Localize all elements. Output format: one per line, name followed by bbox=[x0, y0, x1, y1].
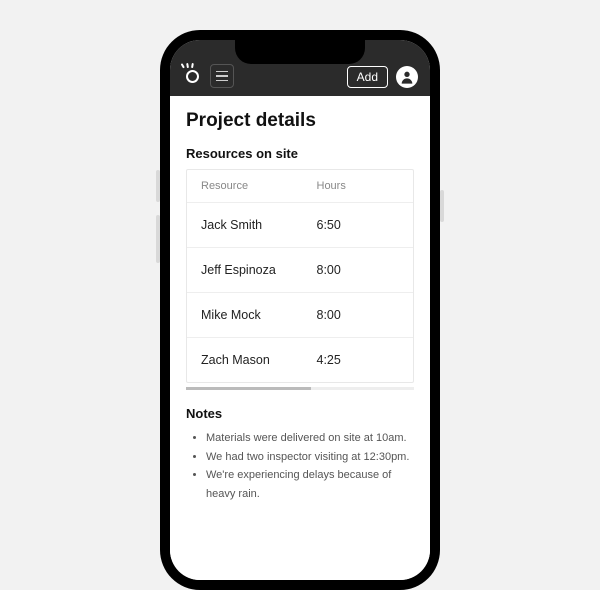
app-logo-icon bbox=[182, 66, 202, 86]
resource-name: Jack Smith bbox=[201, 218, 317, 232]
page-content: Project details Resources on site Resour… bbox=[170, 96, 430, 580]
table-row[interactable]: Mike Mock 8:00 bbox=[187, 293, 413, 338]
resource-hours: 6:50 bbox=[317, 218, 400, 232]
resource-name: Zach Mason bbox=[201, 353, 317, 367]
phone-frame: Add Project details Resources on site Re… bbox=[160, 30, 440, 590]
phone-side-button bbox=[156, 215, 160, 263]
phone-side-button bbox=[440, 190, 444, 222]
list-item: We're experiencing delays because of hea… bbox=[206, 466, 414, 503]
phone-notch bbox=[235, 40, 365, 64]
column-header-hours: Hours bbox=[317, 180, 400, 192]
phone-screen: Add Project details Resources on site Re… bbox=[170, 40, 430, 580]
notes-list: Materials were delivered on site at 10am… bbox=[186, 429, 414, 504]
table-row[interactable]: Jeff Espinoza 8:00 bbox=[187, 248, 413, 293]
list-item: We had two inspector visiting at 12:30pm… bbox=[206, 448, 414, 467]
page-title: Project details bbox=[186, 110, 414, 132]
table-header-row: Resource Hours bbox=[187, 170, 413, 203]
list-item: Materials were delivered on site at 10am… bbox=[206, 429, 414, 448]
person-icon bbox=[399, 69, 415, 85]
horizontal-scroll-indicator[interactable] bbox=[186, 387, 414, 390]
add-button[interactable]: Add bbox=[347, 66, 388, 88]
table-row[interactable]: Zach Mason 4:25 bbox=[187, 338, 413, 382]
phone-side-button bbox=[156, 170, 160, 202]
profile-avatar[interactable] bbox=[396, 66, 418, 88]
resources-section-title: Resources on site bbox=[186, 146, 414, 161]
notes-section-title: Notes bbox=[186, 406, 414, 421]
menu-button[interactable] bbox=[210, 64, 234, 88]
resource-hours: 8:00 bbox=[317, 263, 400, 277]
resource-hours: 4:25 bbox=[317, 353, 400, 367]
resource-hours: 8:00 bbox=[317, 308, 400, 322]
resources-table: Resource Hours Jack Smith 6:50 Jeff Espi… bbox=[186, 169, 414, 383]
resource-name: Jeff Espinoza bbox=[201, 263, 317, 277]
resource-name: Mike Mock bbox=[201, 308, 317, 322]
column-header-resource: Resource bbox=[201, 180, 317, 192]
table-row[interactable]: Jack Smith 6:50 bbox=[187, 203, 413, 248]
